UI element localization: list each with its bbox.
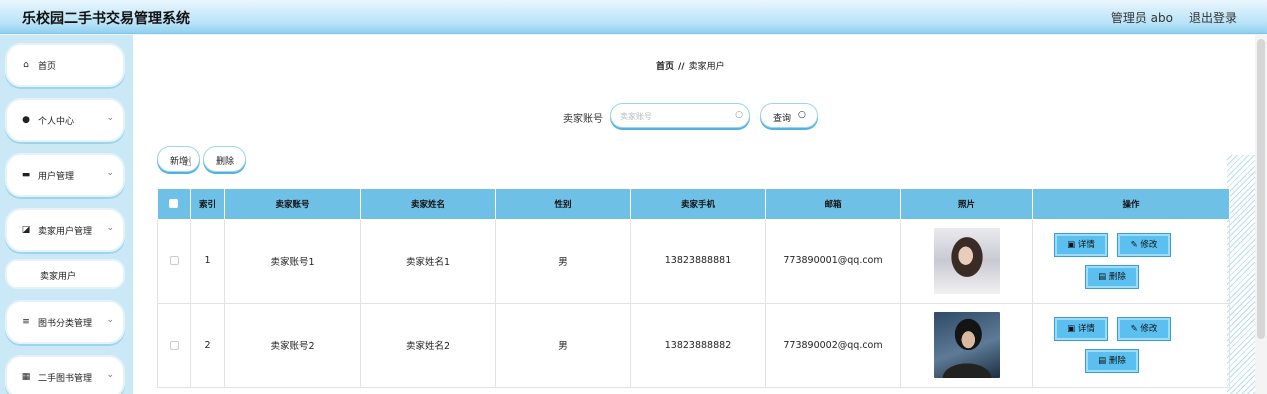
- column-header: 邮箱: [765, 189, 901, 219]
- account-cell: 卖家账号1: [224, 219, 361, 304]
- detail-button[interactable]: ▣ 详情: [1055, 318, 1107, 340]
- sidebar-item-label: 卖家用户管理: [38, 227, 93, 237]
- app-title: 乐校园二手书交易管理系统: [22, 11, 190, 27]
- column-header: 索引: [190, 189, 225, 219]
- sidebar-item-users[interactable]: ▬ 用户管理 ⌄: [5, 153, 125, 197]
- row-checkbox[interactable]: [169, 256, 179, 266]
- sidebar-item-book-category[interactable]: ≡ 图书分类管理 ⌄: [5, 300, 125, 344]
- edit-button[interactable]: ✎ 修改: [1118, 233, 1170, 256]
- search-icon: ○: [735, 110, 743, 120]
- edit-icon: ◪: [21, 225, 31, 235]
- row-delete-button[interactable]: ▤ 删除: [1086, 350, 1138, 372]
- main-content: 首页 //卖家用户 卖家账号 ○ 查询 ○ 新增 删除 ☝ 索引 卖家账号 卖家姓…: [133, 35, 1255, 394]
- name-cell: 卖家姓名1: [360, 219, 496, 304]
- edit-button[interactable]: ✎ 修改: [1118, 318, 1170, 340]
- chevron-down-icon: ⌄: [106, 168, 114, 178]
- index-cell: 1: [190, 219, 225, 304]
- breadcrumb-separator: //: [678, 62, 685, 72]
- grid-icon: ▦: [21, 372, 31, 382]
- chevron-down-icon: ⌄: [106, 370, 114, 380]
- email-cell: 773890002@qq.com: [765, 303, 901, 388]
- row-delete-button[interactable]: ▤ 删除: [1086, 265, 1138, 288]
- logout-link[interactable]: 退出登录: [1189, 9, 1237, 26]
- phone-cell: 13823888882: [630, 303, 766, 388]
- email-cell: 773890001@qq.com: [765, 219, 901, 304]
- chevron-down-icon: ⌄: [106, 315, 114, 325]
- select-all-checkbox[interactable]: [169, 199, 179, 208]
- sidebar-item-label: 图书分类管理: [38, 319, 93, 329]
- search-input[interactable]: [620, 109, 730, 123]
- sidebar-item-label: 二手图书管理: [38, 374, 93, 384]
- sidebar: ⌂ 首页 ● 个人中心 ⌄ ▬ 用户管理 ⌄ ◪ 卖家用户管理 ⌄ 卖家用户 ≡…: [0, 35, 133, 394]
- search-icon: ○: [798, 110, 806, 120]
- decorative-stripes: [1227, 155, 1255, 394]
- sidebar-item-home[interactable]: ⌂ 首页: [5, 43, 125, 87]
- breadcrumb-home[interactable]: 首页: [656, 62, 674, 72]
- photo-cell: [900, 219, 1033, 304]
- actions-cell: ▣ 详情 ✎ 修改 ▤ 删除: [1032, 303, 1230, 388]
- table-row: 2 卖家账号2 卖家姓名2 男 13823888882 773890002@qq…: [157, 303, 1230, 388]
- gender-cell: 男: [495, 303, 631, 388]
- select-all-cell: [157, 189, 191, 219]
- photo-cell: [900, 303, 1033, 388]
- breadcrumb: 首页 //卖家用户: [656, 59, 725, 72]
- delete-button-label: 删除: [216, 157, 235, 167]
- sidebar-item-label: 首页: [38, 62, 57, 72]
- seller-table: 索引 卖家账号 卖家姓名 性别 卖家手机 邮箱 照片 操作 1 卖家账号1 卖家…: [157, 189, 1230, 388]
- sidebar-subitem-label: 卖家用户: [40, 272, 77, 282]
- column-header: 卖家手机: [630, 189, 766, 219]
- mouse-cursor-icon: ☝: [184, 155, 192, 170]
- breadcrumb-current: 卖家用户: [688, 62, 725, 72]
- top-header: 乐校园二手书交易管理系统 管理员 abo 退出登录: [0, 0, 1267, 34]
- row-select-cell: [157, 303, 191, 388]
- search-label: 卖家账号: [563, 114, 603, 125]
- index-cell: 2: [190, 303, 225, 388]
- sidebar-subitem-seller-users[interactable]: 卖家用户: [5, 259, 125, 289]
- user-icon: ●: [22, 115, 30, 125]
- sidebar-item-label: 用户管理: [38, 172, 75, 182]
- sidebar-item-used-books[interactable]: ▦ 二手图书管理 ⌄: [5, 355, 125, 394]
- search-field[interactable]: ○: [610, 103, 750, 128]
- sidebar-item-label: 个人中心: [38, 117, 75, 127]
- row-checkbox[interactable]: [169, 340, 179, 350]
- column-header: 卖家姓名: [360, 189, 496, 219]
- seller-photo: [933, 227, 1000, 294]
- sidebar-item-profile[interactable]: ● 个人中心 ⌄: [5, 98, 125, 142]
- table-row: 1 卖家账号1 卖家姓名1 男 13823888881 773890001@qq…: [157, 219, 1230, 304]
- vertical-scrollbar[interactable]: [1255, 35, 1267, 394]
- table-header-row: 索引 卖家账号 卖家姓名 性别 卖家手机 邮箱 照片 操作: [157, 189, 1230, 219]
- list-icon: ≡: [22, 317, 30, 327]
- seller-photo: [933, 312, 1000, 378]
- phone-cell: 13823888881: [630, 219, 766, 304]
- column-header: 操作: [1032, 189, 1230, 219]
- query-button[interactable]: 查询 ○: [760, 103, 818, 128]
- monitor-icon: ▬: [21, 170, 31, 180]
- sidebar-item-seller-management[interactable]: ◪ 卖家用户管理 ⌄: [5, 208, 125, 252]
- add-button[interactable]: 新增: [157, 146, 200, 172]
- row-select-cell: [157, 219, 191, 304]
- column-header: 性别: [495, 189, 631, 219]
- delete-button[interactable]: 删除: [203, 146, 246, 172]
- account-cell: 卖家账号2: [224, 303, 361, 388]
- admin-label: 管理员 abo: [1110, 11, 1173, 25]
- column-header: 卖家账号: [224, 189, 361, 219]
- chevron-down-icon: ⌄: [106, 223, 114, 233]
- home-icon: ⌂: [23, 60, 29, 70]
- actions-cell: ▣ 详情 ✎ 修改 ▤ 删除: [1032, 219, 1230, 304]
- column-header: 照片: [900, 189, 1033, 219]
- query-button-label: 查询: [773, 114, 792, 124]
- name-cell: 卖家姓名2: [360, 303, 496, 388]
- chevron-down-icon: ⌄: [106, 113, 114, 123]
- detail-button[interactable]: ▣ 详情: [1055, 233, 1107, 256]
- scrollbar-thumb[interactable]: [1257, 39, 1265, 339]
- gender-cell: 男: [495, 219, 631, 304]
